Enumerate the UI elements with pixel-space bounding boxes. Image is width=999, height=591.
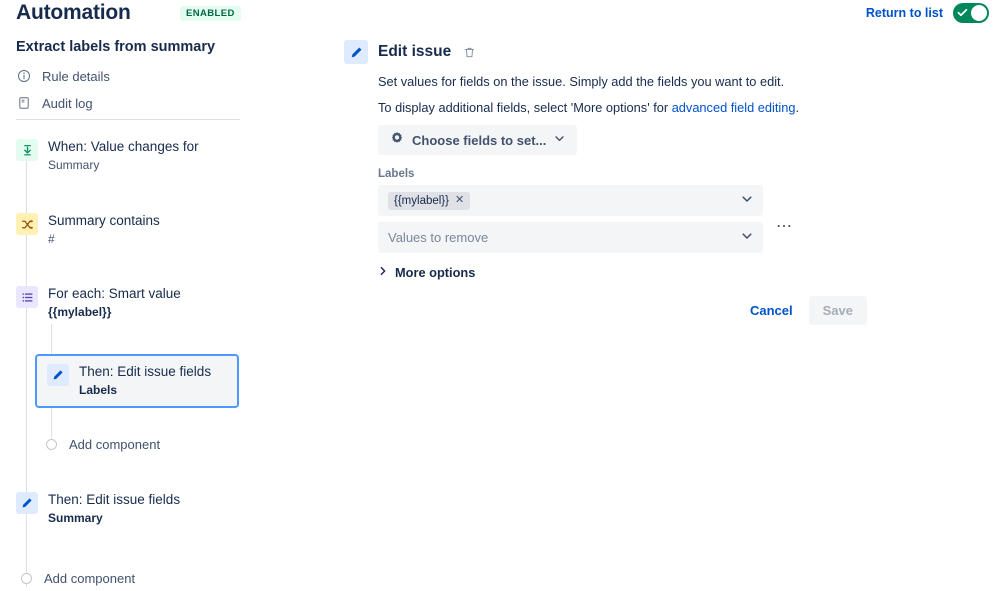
rule-component-text: Then: Edit issue fields Labels: [79, 364, 211, 398]
choose-fields-label: Choose fields to set...: [412, 132, 547, 148]
check-icon: [957, 8, 968, 17]
label-chip[interactable]: {{mylabel}} ✕: [388, 191, 471, 210]
toggle-knob: [971, 5, 987, 21]
component-subtitle: #: [48, 232, 55, 246]
sidebar-item-label: Audit log: [42, 95, 93, 111]
chevron-down-icon[interactable]: [741, 192, 753, 210]
chevron-down-icon[interactable]: [741, 229, 753, 247]
more-menu-icon[interactable]: ⋯: [776, 219, 794, 235]
info-circle-icon: [16, 68, 32, 84]
panel-header: Edit issue: [344, 40, 477, 64]
rule-enabled-toggle[interactable]: [953, 3, 989, 23]
pencil-icon: [16, 492, 38, 514]
component-title: When: Value changes for: [48, 139, 199, 154]
pencil-icon: [47, 364, 69, 386]
rule-tree-sidebar: Extract labels from summary Rule details: [0, 34, 300, 591]
labels-field-label: Labels: [378, 168, 415, 180]
save-button[interactable]: Save: [808, 296, 868, 325]
component-title: For each: Smart value: [48, 286, 181, 301]
description-prefix: To display additional fields, select 'Mo…: [378, 100, 672, 115]
rule-component-text: Then: Edit issue fields Summary: [48, 492, 180, 526]
more-options-label: More options: [395, 264, 476, 280]
add-circle-icon: [21, 573, 32, 584]
chevron-right-icon: [378, 263, 388, 281]
trash-icon[interactable]: [461, 44, 477, 60]
component-title: Summary contains: [48, 213, 160, 228]
rule-component-text: When: Value changes for Summary: [48, 139, 199, 173]
page-header: Automation ENABLED Return to list: [0, 0, 999, 34]
add-component-label: Add component: [44, 571, 136, 586]
gear-icon: [390, 131, 404, 150]
more-options-toggle[interactable]: More options: [378, 263, 475, 281]
component-title: Then: Edit issue fields: [48, 492, 181, 507]
add-component-button-root[interactable]: Add component: [21, 571, 135, 586]
rule-component-trigger[interactable]: When: Value changes for Summary: [16, 139, 199, 173]
panel-description-line-2: To display additional fields, select 'Mo…: [378, 100, 799, 116]
rule-component-text: Summary contains #: [48, 213, 160, 247]
component-subtitle: Summary: [48, 511, 103, 525]
sidebar-item-rule-details[interactable]: Rule details: [16, 68, 110, 84]
component-config-panel: Edit issue Set values for fields on the …: [340, 34, 999, 591]
return-to-list-link[interactable]: Return to list: [866, 6, 943, 20]
advanced-field-editing-link[interactable]: advanced field editing: [672, 100, 796, 115]
component-subtitle: Labels: [79, 383, 118, 397]
labels-value-select[interactable]: {{mylabel}} ✕: [378, 185, 763, 216]
values-to-remove-placeholder: Values to remove: [388, 230, 489, 245]
rule-name: Extract labels from summary: [16, 39, 216, 55]
component-title: Then: Edit issue fields: [79, 364, 212, 379]
rule-component-edit-issue-summary[interactable]: Then: Edit issue fields Summary: [16, 492, 180, 526]
add-component-button-nested[interactable]: Add component: [46, 437, 160, 452]
page-title: Automation: [16, 1, 131, 24]
sidebar-item-label: Rule details: [42, 68, 110, 84]
panel-actions: Cancel Save: [740, 296, 868, 325]
condition-shuffle-icon: [16, 213, 38, 235]
automation-rule-editor: Automation ENABLED Return to list Extrac…: [0, 0, 999, 591]
panel-title: Edit issue: [378, 43, 452, 60]
chip-label: {{mylabel}}: [394, 194, 449, 207]
trigger-icon: [16, 139, 38, 161]
rule-component-condition[interactable]: Summary contains #: [16, 213, 160, 247]
sidebar-divider: [16, 119, 240, 120]
choose-fields-button[interactable]: Choose fields to set...: [378, 125, 578, 155]
rule-component-edit-issue-labels[interactable]: Then: Edit issue fields Labels: [35, 354, 239, 408]
add-circle-icon: [46, 439, 57, 450]
status-badge: ENABLED: [180, 6, 241, 21]
component-subtitle: Summary: [48, 158, 100, 172]
list-icon: [16, 286, 38, 308]
panel-description-line-1: Set values for fields on the issue. Simp…: [378, 74, 785, 89]
rule-component-for-each[interactable]: For each: Smart value {{mylabel}}: [16, 286, 181, 320]
description-suffix: .: [795, 100, 800, 115]
document-icon: [16, 95, 32, 111]
add-component-label: Add component: [69, 437, 161, 452]
pencil-icon: [344, 40, 368, 64]
sidebar-item-audit-log[interactable]: Audit log: [16, 95, 93, 111]
rule-component-text: For each: Smart value {{mylabel}}: [48, 286, 181, 320]
close-icon[interactable]: ✕: [455, 195, 464, 206]
cancel-button[interactable]: Cancel: [740, 297, 803, 324]
values-to-remove-select[interactable]: Values to remove: [378, 222, 763, 253]
component-subtitle: {{mylabel}}: [48, 305, 112, 319]
chevron-down-icon: [554, 131, 565, 149]
